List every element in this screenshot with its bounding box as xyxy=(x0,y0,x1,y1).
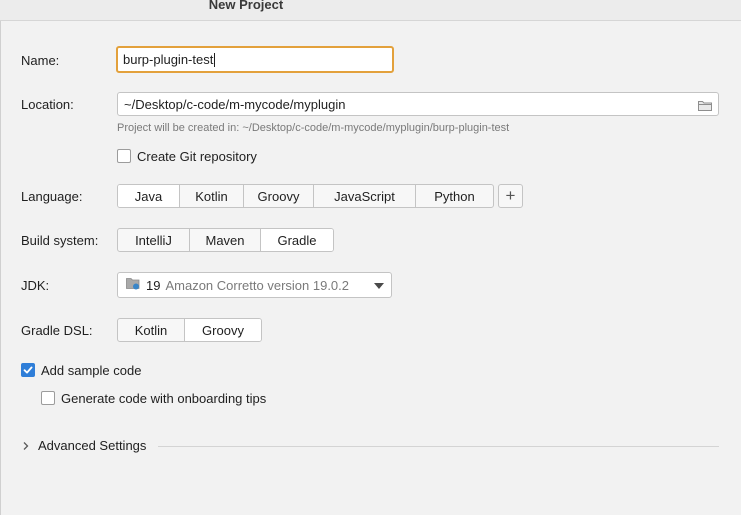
git-repository-checkbox[interactable] xyxy=(117,149,131,163)
dsl-option-groovy[interactable]: Groovy xyxy=(185,319,261,341)
git-repository-label: Create Git repository xyxy=(137,149,257,164)
advanced-settings-label: Advanced Settings xyxy=(38,438,147,453)
advanced-settings-divider xyxy=(158,446,719,447)
onboarding-tips-label: Generate code with onboarding tips xyxy=(61,391,267,406)
language-option-python[interactable]: Python xyxy=(416,185,493,207)
language-selector: Java Kotlin Groovy JavaScript Python xyxy=(117,184,494,208)
add-sample-code-label: Add sample code xyxy=(41,363,142,378)
name-label: Name: xyxy=(21,53,60,68)
onboarding-tips-checkbox[interactable] xyxy=(41,391,55,405)
advanced-settings-toggle[interactable]: Advanced Settings xyxy=(21,438,146,453)
add-language-button[interactable]: + xyxy=(498,184,523,208)
jdk-dropdown[interactable]: 19 Amazon Corretto version 19.0.2 xyxy=(117,272,392,298)
jdk-version: 19 xyxy=(146,277,161,293)
checkmark-icon xyxy=(23,366,33,374)
language-option-kotlin[interactable]: Kotlin xyxy=(180,185,244,207)
text-caret xyxy=(214,52,216,67)
build-option-maven[interactable]: Maven xyxy=(190,229,261,251)
chevron-right-icon xyxy=(23,441,29,450)
gradle-dsl-selector: Kotlin Groovy xyxy=(117,318,262,342)
build-system-selector: IntelliJ Maven Gradle xyxy=(117,228,334,252)
window-title: New Project xyxy=(208,0,284,12)
language-option-java[interactable]: Java xyxy=(118,185,180,207)
plus-icon: + xyxy=(505,186,516,205)
location-field-value: ~/Desktop/c-code/m-mycode/myplugin xyxy=(124,96,346,112)
browse-folder-icon[interactable] xyxy=(698,99,712,111)
jdk-folder-icon xyxy=(126,277,141,293)
name-field-value: burp-plugin-test xyxy=(123,52,214,67)
window-left-border xyxy=(0,21,1,515)
build-option-intellij[interactable]: IntelliJ xyxy=(118,229,190,251)
jdk-label: JDK: xyxy=(21,278,50,293)
language-option-javascript[interactable]: JavaScript xyxy=(314,185,416,207)
title-bar: New Project xyxy=(0,0,741,21)
location-field[interactable]: ~/Desktop/c-code/m-mycode/myplugin xyxy=(117,92,719,116)
name-field[interactable]: burp-plugin-test xyxy=(116,46,394,73)
add-sample-code-checkbox[interactable] xyxy=(21,363,35,377)
dsl-option-kotlin[interactable]: Kotlin xyxy=(118,319,185,341)
location-label: Location: xyxy=(21,97,74,112)
language-label: Language: xyxy=(21,189,83,204)
language-option-groovy[interactable]: Groovy xyxy=(244,185,314,207)
build-option-gradle[interactable]: Gradle xyxy=(261,229,333,251)
location-hint: Project will be created in: ~/Desktop/c-… xyxy=(117,122,510,134)
dropdown-arrow-icon xyxy=(374,283,384,289)
gradle-dsl-label: Gradle DSL: xyxy=(21,323,93,338)
jdk-name: Amazon Corretto version 19.0.2 xyxy=(165,277,350,293)
build-system-label: Build system: xyxy=(21,233,99,248)
